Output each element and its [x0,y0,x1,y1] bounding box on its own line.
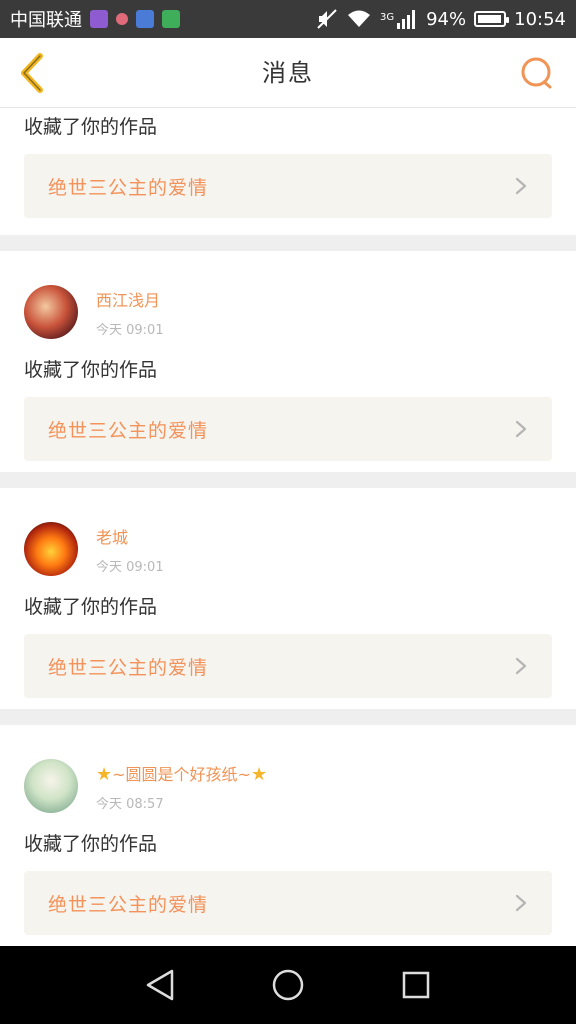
top-bar: 消息 [0,38,576,108]
carrier-label: 中国联通 [10,10,82,31]
avatar[interactable] [24,285,78,339]
message-action: 收藏了你的作品 [24,596,158,618]
message-item: 老城 今天 09:01 收藏了你的作品 绝世三公主的爱情 [0,488,576,709]
message-item: 收藏了你的作品 绝世三公主的爱情 [0,108,576,235]
star-icon: ★ [96,763,113,785]
recents-nav-icon[interactable] [396,965,436,1005]
work-link[interactable]: 绝世三公主的爱情 [24,871,552,935]
message-action: 收藏了你的作品 [24,359,158,381]
message-action: 收藏了你的作品 [24,116,158,138]
navigation-bar [0,946,576,1024]
timestamp: 今天 09:01 [96,322,164,338]
page-title: 消息 [262,59,314,87]
chevron-right-icon [515,420,527,438]
message-item: 西江浅月 今天 09:01 收藏了你的作品 绝世三公主的爱情 [0,251,576,472]
user-row[interactable]: 西江浅月 今天 09:01 [24,251,552,351]
timestamp: 今天 09:01 [96,559,164,575]
chevron-right-icon [515,894,527,912]
work-title: 绝世三公主的爱情 [48,656,209,679]
star-icon: ★ [250,763,268,785]
message-list: 收藏了你的作品 绝世三公主的爱情 西江浅月 今天 09:01 收藏了你的作品 绝… [0,108,576,946]
network-type-label: 3G [379,12,395,23]
clock: 10:54 [514,8,566,30]
battery-icon [474,11,510,27]
work-title: 绝世三公主的爱情 [48,176,209,199]
user-row[interactable]: ★~圆圆是个好孩纸~★ 今天 08:57 [24,725,552,825]
user-row[interactable]: 老城 今天 09:01 [24,488,552,588]
chevron-right-icon [515,177,527,195]
status-bar: 中国联通 3G 94% 10:54 [0,0,576,38]
username[interactable]: ~圆圆是个好孩纸~ [112,765,251,784]
flower-notification-icon [116,13,128,25]
message-item: ★~圆圆是个好孩纸~★ 今天 08:57 收藏了你的作品 绝世三公主的爱情 [0,725,576,946]
chevron-right-icon [515,657,527,675]
home-nav-icon[interactable] [268,965,308,1005]
signal-icon [397,10,416,29]
username[interactable]: 西江浅月 [96,287,164,311]
back-nav-icon[interactable] [140,965,180,1005]
avatar[interactable] [24,522,78,576]
username-row[interactable]: ★~圆圆是个好孩纸~★ [96,761,267,785]
username[interactable]: 老城 [96,524,164,548]
avatar[interactable] [24,759,78,813]
chart-notification-icon [162,10,180,28]
wifi-icon [347,10,370,27]
app-notification-icon [90,10,108,28]
house-notification-icon [136,10,154,28]
back-button[interactable] [14,52,50,94]
timestamp: 今天 08:57 [96,796,164,812]
work-link[interactable]: 绝世三公主的爱情 [24,634,552,698]
work-title: 绝世三公主的爱情 [48,419,209,442]
work-title: 绝世三公主的爱情 [48,893,209,916]
mute-icon [317,9,337,29]
work-link[interactable]: 绝世三公主的爱情 [24,154,552,218]
message-action: 收藏了你的作品 [24,833,158,855]
battery-percent: 94% [426,8,467,30]
work-link[interactable]: 绝世三公主的爱情 [24,397,552,461]
search-button[interactable] [520,56,554,90]
